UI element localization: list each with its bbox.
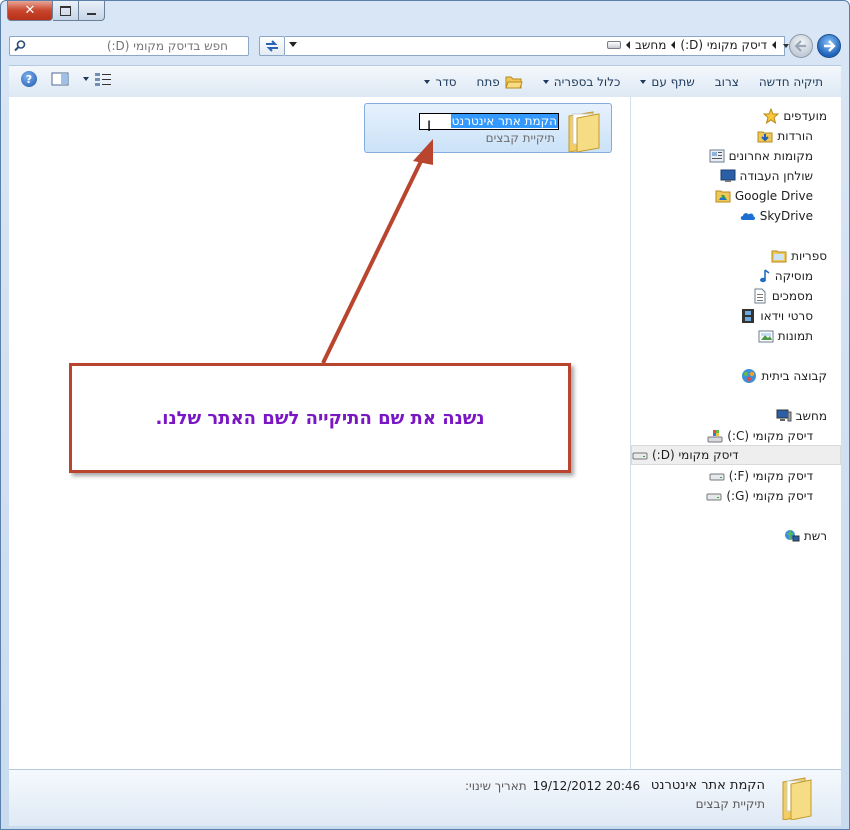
details-date-value: 19/12/2012 20:46 [532, 779, 641, 793]
annotation-callout: נשנה את שם התיקייה לשם האתר שלנו. [69, 363, 571, 473]
details-modified: תאריך שינוי: 19/12/2012 20:46 [465, 779, 640, 793]
details-type: תיקיית קבצים [695, 797, 765, 811]
details-pane: הקמת אתר אינטרנט תיקיית קבצים תאריך שינו… [9, 769, 841, 826]
details-date-label: תאריך שינוי: [465, 779, 527, 793]
explorer-window: ✕ מחשב דיסק מקומי (D:) [0, 0, 850, 830]
annotation-text: נשנה את שם התיקייה לשם האתר שלנו. [155, 407, 485, 429]
folder-icon [782, 777, 812, 820]
details-name: הקמת אתר אינטרנט [650, 778, 765, 793]
